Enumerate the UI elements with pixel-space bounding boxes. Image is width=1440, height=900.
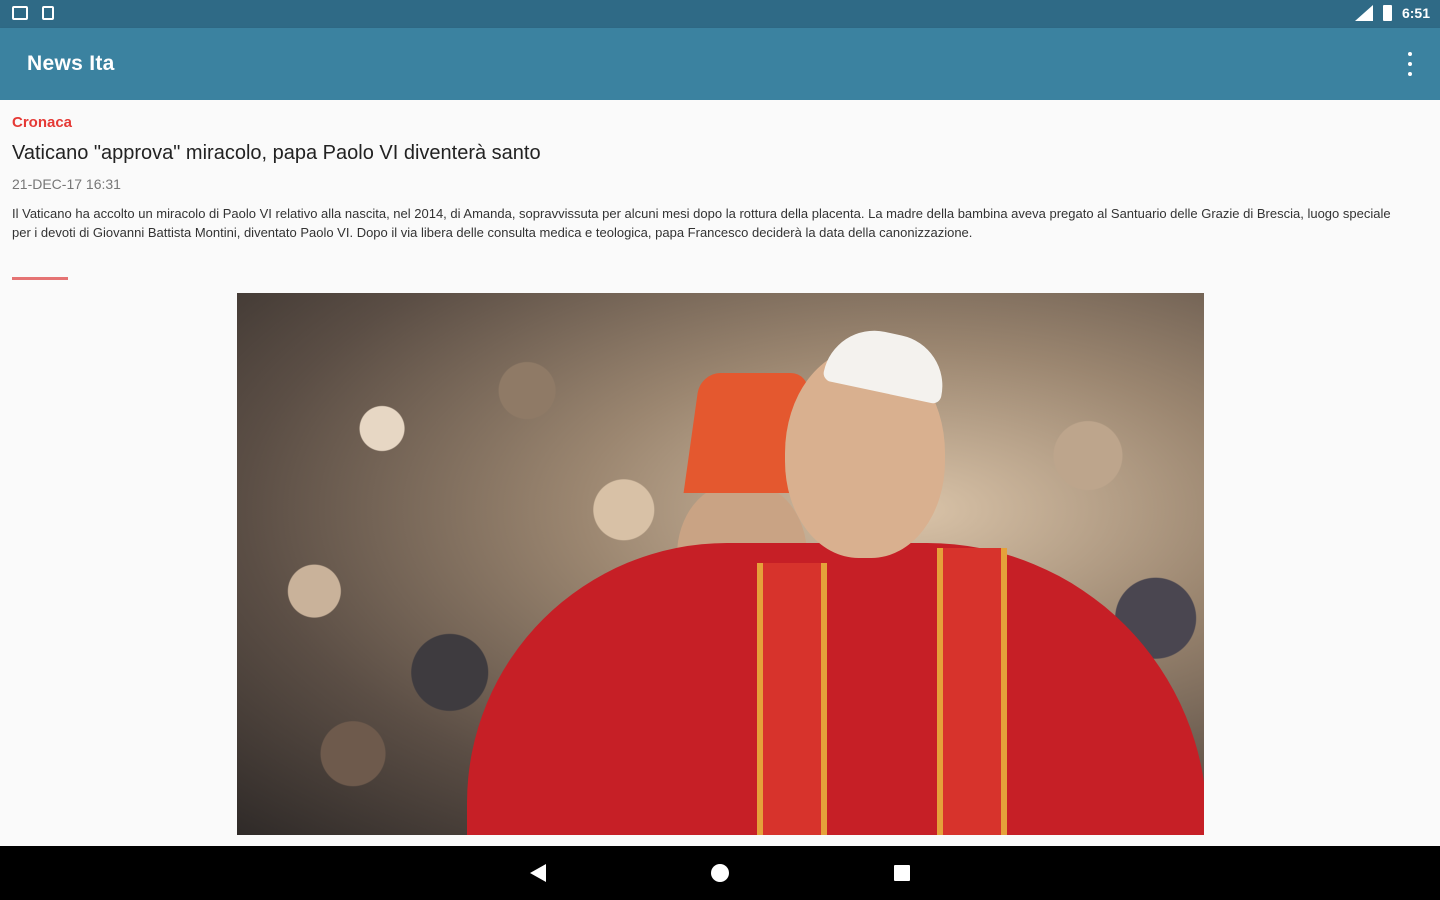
sim-icon: [42, 6, 54, 20]
signal-icon: [1354, 5, 1373, 21]
keyboard-icon: [12, 6, 28, 20]
home-icon[interactable]: [711, 864, 729, 882]
stole-left: [757, 563, 827, 835]
stole-right: [937, 548, 1007, 835]
app-bar: News Ita: [0, 28, 1440, 100]
system-tray: 6:51: [1354, 5, 1430, 21]
article-headline[interactable]: Vaticano "approva" miracolo, papa Paolo …: [12, 142, 541, 165]
notification-icons: [12, 6, 54, 20]
app-title: News Ita: [27, 52, 115, 75]
article-image[interactable]: [237, 293, 1204, 835]
status-bar: 6:51: [0, 0, 1440, 28]
overflow-menu-icon[interactable]: [1406, 52, 1414, 76]
article-summary: Il Vaticano ha accolto un miracolo di Pa…: [12, 206, 1391, 240]
divider: [12, 277, 68, 280]
recents-icon[interactable]: [894, 865, 910, 881]
clock: 6:51: [1401, 5, 1430, 21]
battery-icon: [1382, 5, 1392, 21]
article: Cronaca Vaticano "approva" miracolo, pap…: [0, 100, 1440, 846]
back-icon[interactable]: [530, 864, 546, 882]
navigation-bar: [0, 846, 1440, 900]
article-category[interactable]: Cronaca: [12, 114, 72, 131]
article-date: 21-DEC-17 16:31: [12, 176, 121, 192]
